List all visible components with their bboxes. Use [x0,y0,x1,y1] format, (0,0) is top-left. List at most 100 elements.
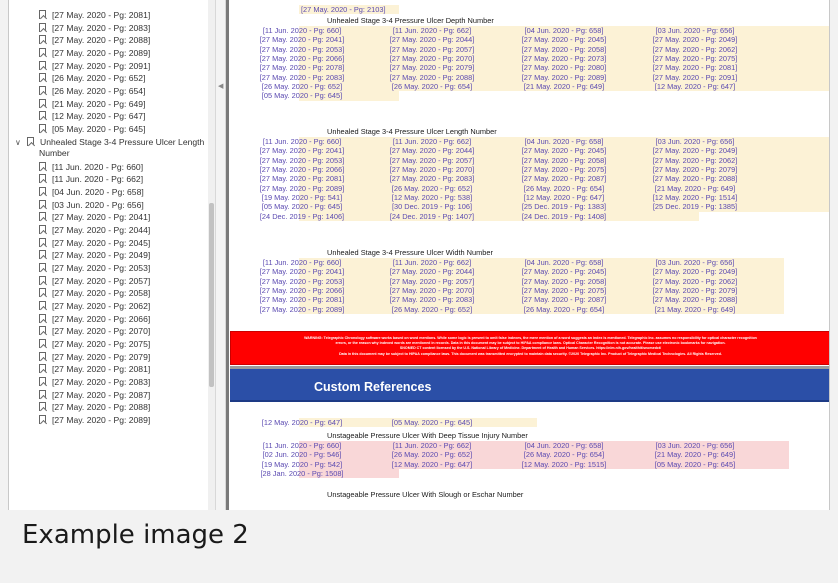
page-reference-link[interactable]: [03 Jun. 2020 - Pg: 656] [630,137,760,146]
page-reference-link[interactable]: [27 May. 2020 - Pg: 2075] [630,54,760,63]
page-reference-link[interactable]: [27 May. 2020 - Pg: 2045] [499,267,629,276]
bookmark-item[interactable]: [27 May. 2020 - Pg: 2044] [9,224,150,237]
bookmark-item[interactable]: [27 May. 2020 - Pg: 2083] [9,376,150,389]
bookmark-item[interactable]: [05 May. 2020 - Pg: 645] [9,123,145,136]
page-reference-link[interactable]: [27 May. 2020 - Pg: 2053] [237,277,367,286]
page-reference-link[interactable]: [27 May. 2020 - Pg: 2089] [237,305,367,314]
bookmark-item[interactable]: [26 May. 2020 - Pg: 652] [9,72,145,85]
page-reference-link[interactable]: [12 May. 2020 - Pg: 647] [367,460,497,469]
bookmark-item[interactable]: [26 May. 2020 - Pg: 654] [9,85,145,98]
page-reference-link[interactable]: [04 Jun. 2020 - Pg: 658] [499,137,629,146]
page-reference-link[interactable]: [27 May. 2020 - Pg: 2058] [499,45,629,54]
page-reference-link[interactable]: [05 May. 2020 - Pg: 645] [237,91,367,100]
page-reference-link[interactable]: [11 Jun. 2020 - Pg: 662] [367,258,497,267]
page-reference-link[interactable]: [27 May. 2020 - Pg: 2081] [237,174,367,183]
page-reference-link[interactable]: [27 May. 2020 - Pg: 2070] [367,286,497,295]
page-reference-link[interactable]: [27 May. 2020 - Pg: 2049] [630,146,760,155]
page-reference-link[interactable]: [27 May. 2020 - Pg: 2045] [499,35,629,44]
bookmarks-scrollbar-thumb[interactable] [209,203,214,387]
bookmark-item[interactable]: [11 Jun. 2020 - Pg: 662] [9,173,143,186]
page-reference-link[interactable]: [03 Jun. 2020 - Pg: 656] [630,26,760,35]
page-reference-link[interactable]: [27 May. 2020 - Pg: 2079] [630,165,760,174]
page-reference-link[interactable]: [26 May. 2020 - Pg: 654] [499,305,629,314]
page-reference-link[interactable]: [27 May. 2020 - Pg: 2083] [367,295,497,304]
page-reference-link[interactable]: [21 May. 2020 - Pg: 649] [499,82,629,91]
page-reference-link[interactable]: [27 May. 2020 - Pg: 2062] [630,156,760,165]
page-reference-link[interactable]: [27 May. 2020 - Pg: 2041] [237,146,367,155]
page-reference-link[interactable]: [27 May. 2020 - Pg: 2053] [237,156,367,165]
bookmark-item[interactable]: [27 May. 2020 - Pg: 2081] [9,363,150,376]
page-reference-link[interactable]: [05 May. 2020 - Pg: 645] [367,418,497,427]
page-reference-link[interactable]: [27 May. 2020 - Pg: 2058] [499,156,629,165]
page-reference-link[interactable]: [24 Dec. 2019 - Pg: 1408] [499,212,629,221]
page-reference-link[interactable]: [12 May. 2020 - Pg: 538] [367,193,497,202]
page-reference-link[interactable]: [27 May. 2020 - Pg: 2087] [499,295,629,304]
page-reference-link[interactable]: [26 May. 2020 - Pg: 652] [237,82,367,91]
page-reference-link[interactable]: [12 May. 2020 - Pg: 647] [237,418,367,427]
page-reference-link[interactable]: [27 May. 2020 - Pg: 2089] [237,184,367,193]
bookmark-item[interactable]: [27 May. 2020 - Pg: 2070] [9,325,150,338]
page-reference-link[interactable]: [27 May. 2020 - Pg: 2057] [367,277,497,286]
page-reference-link[interactable]: [21 May. 2020 - Pg: 649] [630,305,760,314]
page-reference-link[interactable]: [25 Dec. 2019 - Pg: 1383] [499,202,629,211]
page-reference-link[interactable]: [26 May. 2020 - Pg: 654] [499,184,629,193]
page-reference-link[interactable]: [27 May. 2020 - Pg: 2066] [237,54,367,63]
page-reference-link[interactable]: [27 May. 2020 - Pg: 2066] [237,286,367,295]
page-reference-link[interactable]: [02 Jun. 2020 - Pg: 546] [237,450,367,459]
bookmark-item[interactable]: [27 May. 2020 - Pg: 2041] [9,211,150,224]
page-reference-link[interactable]: [12 May. 2020 - Pg: 1515] [499,460,629,469]
page-reference-link[interactable]: [27 May. 2020 - Pg: 2080] [499,63,629,72]
page-reference-link[interactable]: [27 May. 2020 - Pg: 2062] [630,45,760,54]
page-reference-link[interactable]: [11 Jun. 2020 - Pg: 662] [367,441,497,450]
page-reference-link[interactable]: [26 May. 2020 - Pg: 652] [367,184,497,193]
page-reference-link[interactable]: [27 May. 2020 - Pg: 2088] [630,174,760,183]
page-reference-link[interactable]: [05 May. 2020 - Pg: 645] [630,460,760,469]
page-reference-link[interactable]: [12 May. 2020 - Pg: 647] [630,82,760,91]
page-reference-link[interactable]: [27 May. 2020 - Pg: 2081] [630,63,760,72]
page-reference-link[interactable]: [11 Jun. 2020 - Pg: 660] [237,137,367,146]
page-reference-link[interactable]: [27 May. 2020 - Pg: 2091] [630,73,760,82]
page-reference-link[interactable]: [27 May. 2020 - Pg: 2057] [367,45,497,54]
bookmark-item[interactable]: [03 Jun. 2020 - Pg: 656] [9,199,144,212]
page-reference-link[interactable]: [19 May. 2020 - Pg: 542] [237,460,367,469]
bookmark-item[interactable]: [12 May. 2020 - Pg: 647] [9,110,145,123]
chevron-down-icon[interactable]: ∨ [15,136,21,149]
bookmark-item[interactable]: [27 May. 2020 - Pg: 2045] [9,237,150,250]
page-reference-link[interactable]: [26 May. 2020 - Pg: 654] [499,450,629,459]
bookmarks-scrollbar[interactable] [208,0,215,510]
page-reference-link[interactable]: [24 Dec. 2019 - Pg: 1406] [237,212,367,221]
page-reference-link[interactable]: [12 May. 2020 - Pg: 1514] [630,193,760,202]
page-reference-link[interactable]: [27 May. 2020 - Pg: 2041] [237,267,367,276]
page-reference-link[interactable]: [27 May. 2020 - Pg: 2044] [367,267,497,276]
page-reference-link[interactable]: [27 May. 2020 - Pg: 2083] [237,73,367,82]
page-reference-link[interactable]: [12 May. 2020 - Pg: 647] [499,193,629,202]
bookmark-item[interactable]: [27 May. 2020 - Pg: 2058] [9,287,150,300]
page-reference-link[interactable]: [27 May. 2020 - Pg: 2088] [630,295,760,304]
page-reference-link[interactable]: [27 May. 2020 - Pg: 2075] [499,165,629,174]
page-reference-link[interactable]: [27 May. 2020 - Pg: 2087] [499,174,629,183]
page-reference-link[interactable]: [24 Dec. 2019 - Pg: 1407] [367,212,497,221]
page-reference-link[interactable]: [11 Jun. 2020 - Pg: 660] [237,441,367,450]
page-reference-link[interactable]: [27 May. 2020 - Pg: 2066] [237,165,367,174]
page-reference-link[interactable]: [27 May. 2020 - Pg: 2083] [367,174,497,183]
page-reference-link[interactable]: [27 May. 2020 - Pg: 2049] [630,267,760,276]
panel-splitter[interactable]: ◀ [215,0,226,510]
page-reference-link[interactable]: [27 May. 2020 - Pg: 2088] [367,73,497,82]
bookmark-item[interactable]: [27 May. 2020 - Pg: 2089] [9,414,150,427]
bookmark-item[interactable]: [27 May. 2020 - Pg: 2088] [9,34,150,47]
bookmark-item[interactable]: [27 May. 2020 - Pg: 2091] [9,60,150,73]
collapse-left-icon[interactable]: ◀ [218,82,223,90]
page-reference-link[interactable]: [27 May. 2020 - Pg: 2070] [367,165,497,174]
page-reference-link[interactable]: [27 May. 2020 - Pg: 2078] [237,63,367,72]
page-reference-link[interactable]: [27 May. 2020 - Pg: 2079] [367,63,497,72]
page-reference-link[interactable]: [21 May. 2020 - Pg: 649] [630,184,760,193]
page-reference-link[interactable]: [27 May. 2020 - Pg: 2070] [367,54,497,63]
page-reference-link[interactable]: [03 Jun. 2020 - Pg: 656] [630,258,760,267]
page-reference-link[interactable]: [27 May. 2020 - Pg: 2089] [499,73,629,82]
page-reference-link[interactable]: [27 May. 2020 - Pg: 2045] [499,146,629,155]
bookmark-item[interactable]: [27 May. 2020 - Pg: 2053] [9,262,150,275]
page-reference-link[interactable]: [04 Jun. 2020 - Pg: 658] [499,441,629,450]
page-reference-link[interactable]: [27 May. 2020 - Pg: 2103] [299,5,386,14]
page-reference-link[interactable]: [11 Jun. 2020 - Pg: 660] [237,26,367,35]
page-reference-link[interactable]: [03 Jun. 2020 - Pg: 656] [630,441,760,450]
